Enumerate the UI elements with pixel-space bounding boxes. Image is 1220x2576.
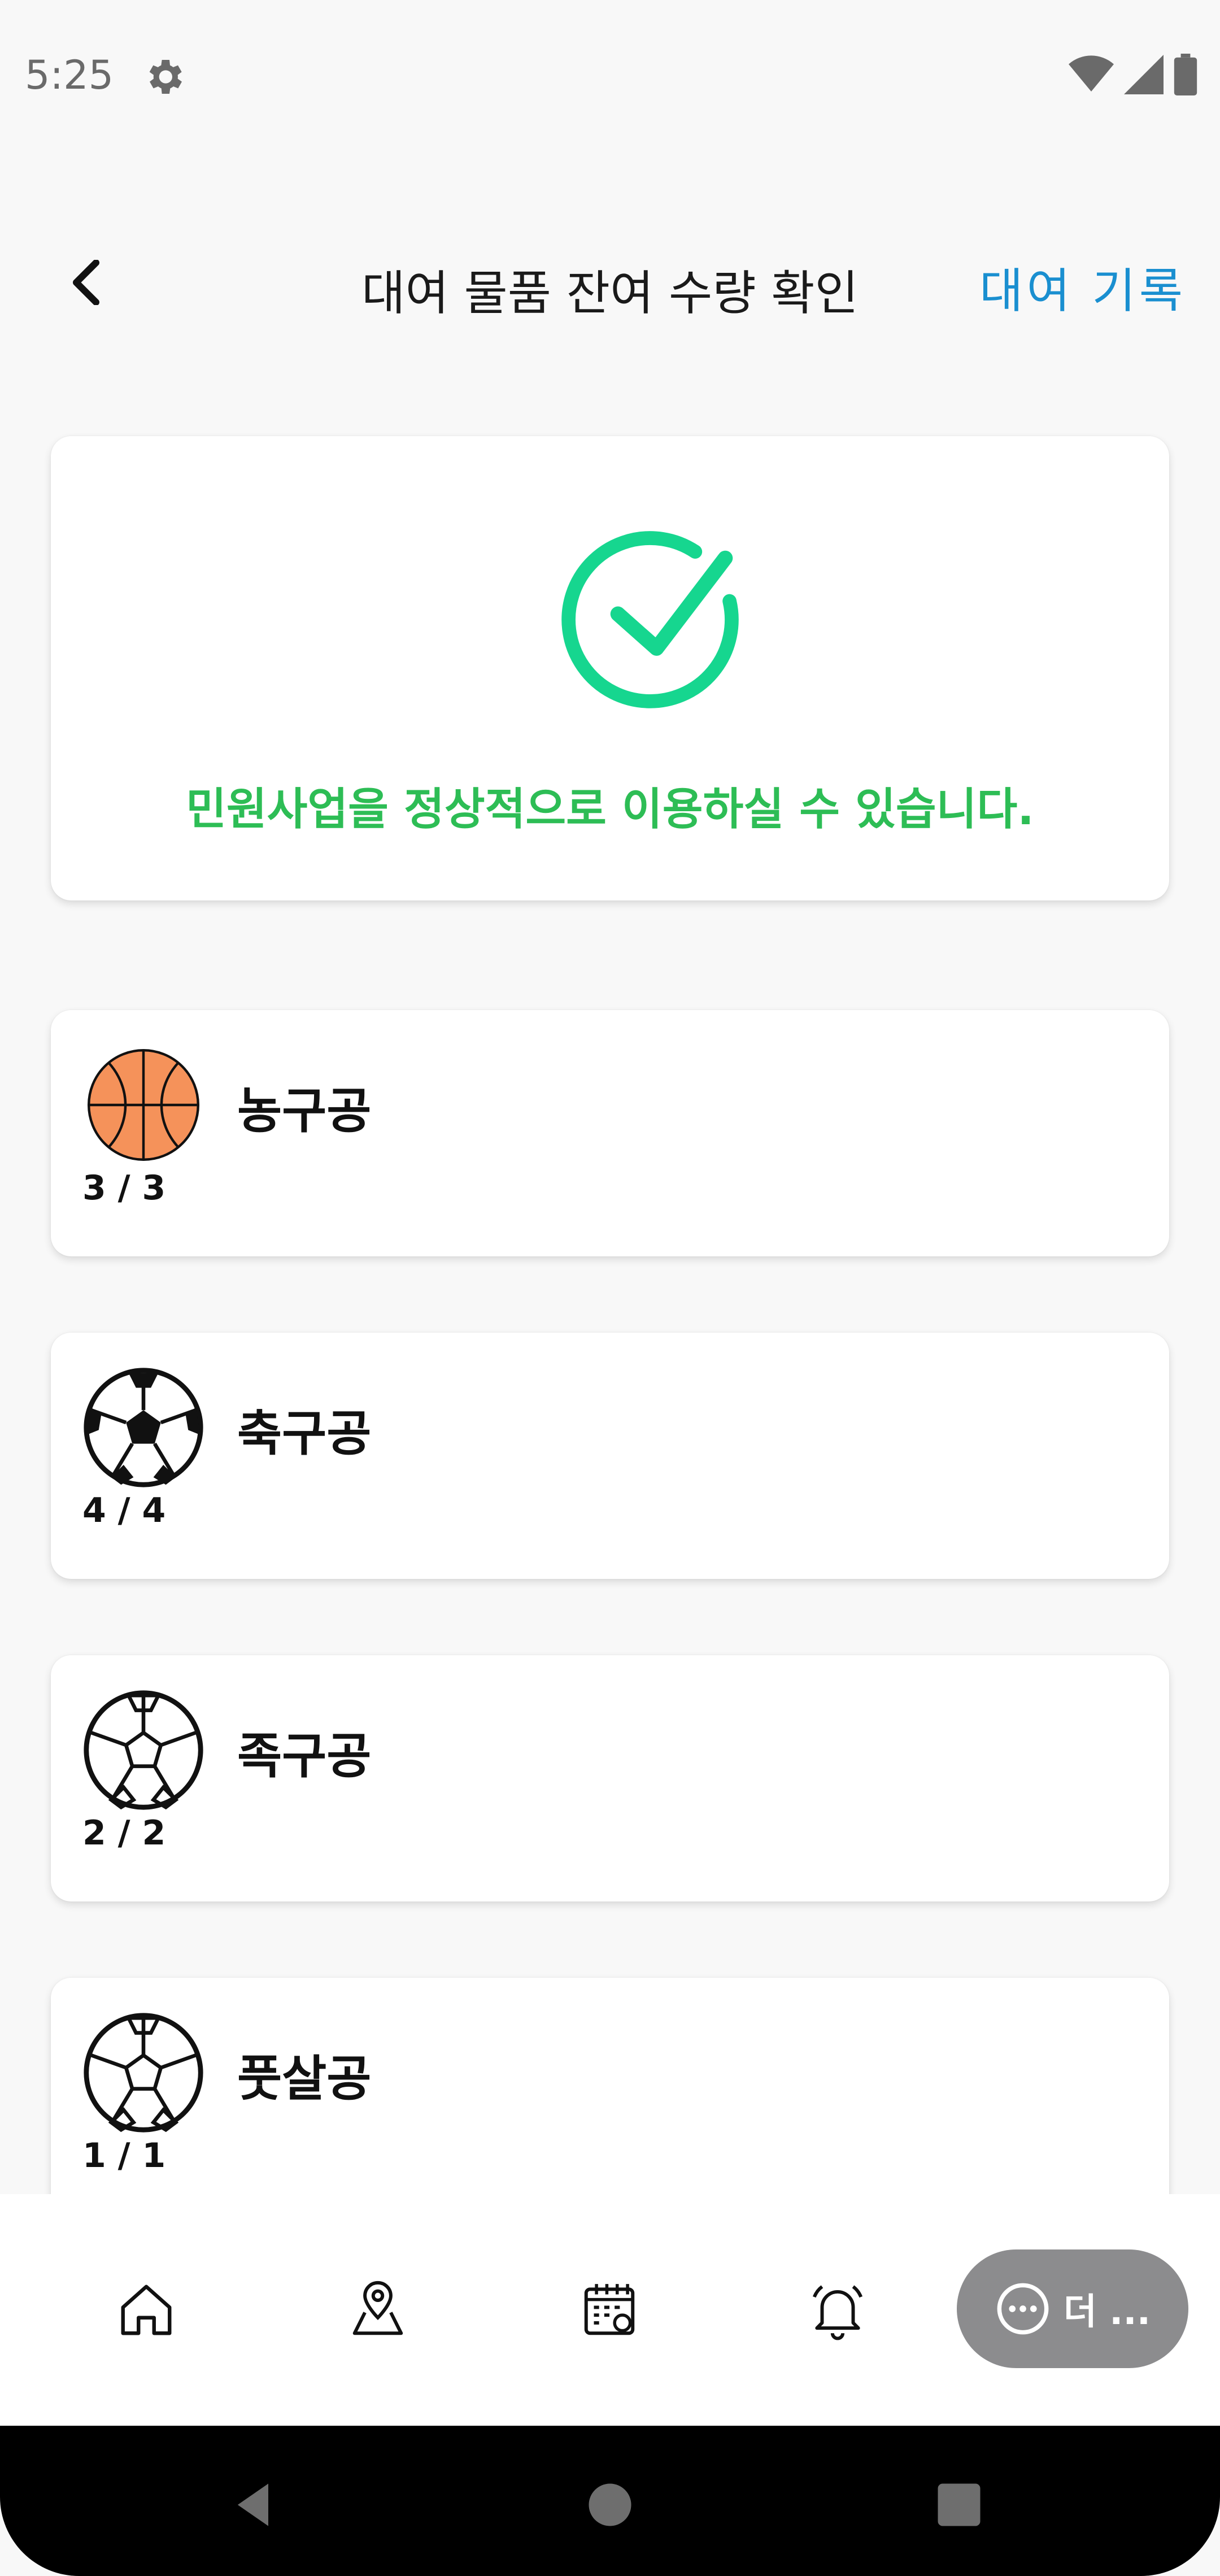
more-dots-icon	[997, 2283, 1049, 2335]
status-time: 5:25	[25, 52, 114, 98]
system-nav-bar	[0, 2426, 1220, 2576]
status-icons	[1069, 54, 1197, 95]
battery-icon	[1174, 54, 1197, 95]
more-label: 더 ...	[1063, 2291, 1151, 2333]
jokgu-ball-icon	[84, 1690, 203, 1810]
app-header: 대여 물품 잔여 수량 확인 대여 기록	[0, 226, 1220, 339]
item-name: 축구공	[237, 1406, 372, 1462]
calendar-icon	[584, 2284, 635, 2335]
rental-history-link[interactable]: 대여 기록	[979, 253, 1186, 321]
status-message: 민원사업을 정상적으로 이용하실 수 있습니다.	[186, 784, 1034, 835]
map-pin-icon	[352, 2281, 403, 2335]
soccer-ball-icon	[84, 1368, 203, 1487]
item-card-futsal[interactable]: 풋살공 1 / 1	[51, 1978, 1169, 2224]
nav-calendar-button[interactable]	[573, 2273, 646, 2347]
item-name: 족구공	[237, 1728, 372, 1785]
nav-home-button[interactable]	[110, 2273, 183, 2347]
nav-map-button[interactable]	[341, 2273, 415, 2347]
item-name: 농구공	[237, 1083, 372, 1139]
settings-gear-icon	[149, 60, 182, 94]
status-bar: 5:25	[0, 0, 1220, 153]
bottom-nav: 더 ...	[0, 2194, 1220, 2426]
item-count: 1 / 1	[82, 2136, 166, 2175]
item-count: 3 / 3	[82, 1168, 166, 1208]
system-recents-icon[interactable]	[931, 2477, 987, 2533]
futsal-ball-icon	[84, 2013, 203, 2133]
item-card-jokgu[interactable]: 족구공 2 / 2	[51, 1655, 1169, 1901]
home-icon	[121, 2285, 172, 2335]
item-count: 4 / 4	[82, 1491, 166, 1530]
system-back-icon[interactable]	[226, 2477, 282, 2533]
bell-icon	[812, 2285, 863, 2340]
item-count: 2 / 2	[82, 1813, 166, 1853]
wifi-icon	[1069, 55, 1114, 92]
nav-notifications-button[interactable]	[801, 2273, 874, 2347]
system-home-icon[interactable]	[582, 2477, 638, 2533]
cell-signal-icon	[1124, 55, 1164, 94]
more-button[interactable]: 더 ...	[957, 2249, 1188, 2368]
check-circle-icon	[561, 531, 739, 708]
basketball-icon	[88, 1049, 199, 1161]
item-name: 풋살공	[237, 2051, 372, 2107]
item-card-basketball[interactable]: 농구공 3 / 3	[51, 1010, 1169, 1256]
item-card-soccer[interactable]: 축구공 4 / 4	[51, 1333, 1169, 1579]
